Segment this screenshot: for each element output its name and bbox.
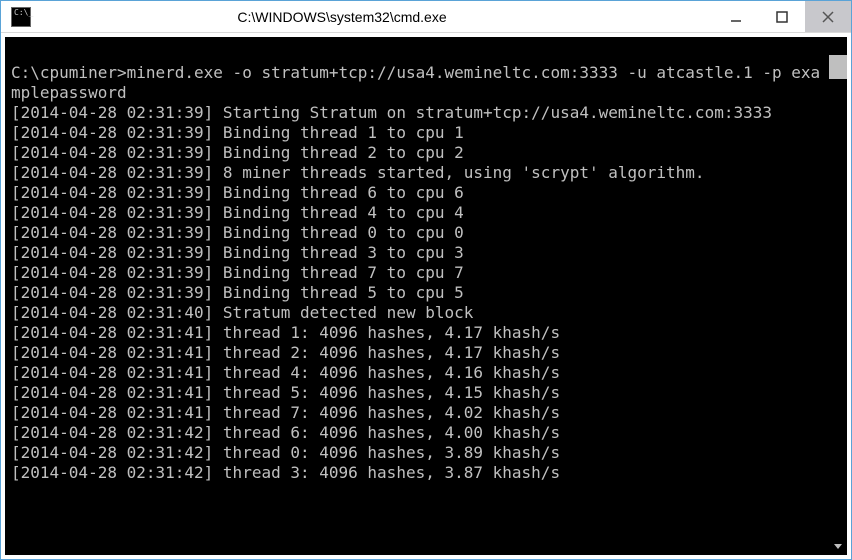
minimize-button[interactable]	[713, 1, 759, 32]
cmd-window: C:\WINDOWS\system32\cmd.exe C:\cpuminer>…	[0, 0, 852, 560]
maximize-button[interactable]	[759, 1, 805, 32]
scrollbar-thumb[interactable]	[829, 55, 847, 79]
cmd-icon	[11, 7, 31, 27]
terminal-area: C:\cpuminer>minerd.exe -o stratum+tcp://…	[1, 33, 851, 559]
scrollbar[interactable]	[829, 37, 847, 555]
terminal-output[interactable]: C:\cpuminer>minerd.exe -o stratum+tcp://…	[5, 37, 829, 555]
scrollbar-down-arrow-icon[interactable]	[829, 537, 847, 555]
close-button[interactable]	[805, 1, 851, 32]
window-controls	[713, 1, 851, 32]
titlebar[interactable]: C:\WINDOWS\system32\cmd.exe	[1, 1, 851, 33]
window-title: C:\WINDOWS\system32\cmd.exe	[0, 9, 713, 25]
